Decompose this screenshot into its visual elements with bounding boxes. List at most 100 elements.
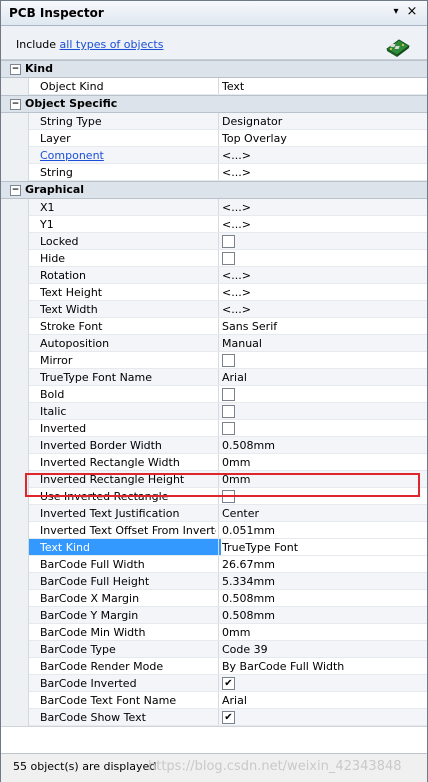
property-row-locked[interactable]: Locked — [1, 233, 427, 250]
property-value[interactable]: 0.508mm — [222, 437, 422, 454]
row-gutter — [1, 250, 29, 267]
property-row-rotation[interactable]: Rotation <...> — [1, 267, 427, 284]
property-value[interactable]: <...> — [222, 164, 422, 181]
property-value[interactable]: Manual — [222, 335, 422, 352]
object-filter-link[interactable]: all types of objects — [60, 38, 164, 51]
property-row-inverted-rectangle-height[interactable]: Inverted Rectangle Height 0mm — [1, 471, 427, 488]
property-row-object-kind[interactable]: Object Kind Text — [1, 78, 427, 95]
pcb-board-icon[interactable] — [385, 37, 411, 57]
property-value[interactable]: <...> — [222, 301, 422, 318]
property-row-inverted-text-offset-from-inverte[interactable]: Inverted Text Offset From Inverte... 0.05… — [1, 522, 427, 539]
property-value[interactable]: <...> — [222, 267, 422, 284]
property-row-inverted-border-width[interactable]: Inverted Border Width 0.508mm — [1, 437, 427, 454]
property-row-use-inverted-rectangle[interactable]: Use Inverted Rectangle — [1, 488, 427, 505]
checkbox[interactable] — [222, 387, 235, 401]
property-row-barcode-full-width[interactable]: BarCode Full Width 26.67mm — [1, 556, 427, 573]
property-row-layer[interactable]: Layer Top Overlay — [1, 130, 427, 147]
property-row-text-width[interactable]: Text Width <...> — [1, 301, 427, 318]
property-row-barcode-render-mode[interactable]: BarCode Render Mode By BarCode Full Width — [1, 658, 427, 675]
property-value[interactable]: 0mm — [222, 471, 422, 488]
property-value[interactable]: ✔ — [222, 709, 422, 726]
property-value[interactable]: <...> — [222, 199, 422, 216]
column-separator — [218, 607, 219, 624]
property-value[interactable]: Code 39 — [222, 641, 422, 658]
property-value[interactable]: 0.051mm — [222, 522, 422, 539]
property-value[interactable]: Arial — [222, 369, 422, 386]
property-row-barcode-show-text[interactable]: BarCode Show Text ✔ — [1, 709, 427, 726]
property-value[interactable] — [222, 403, 422, 420]
checked-checkbox[interactable]: ✔ — [222, 676, 235, 690]
property-row-autoposition[interactable]: Autoposition Manual — [1, 335, 427, 352]
row-gutter — [1, 539, 29, 556]
collapse-minus-icon[interactable]: − — [10, 99, 21, 110]
property-row-barcode-min-width[interactable]: BarCode Min Width 0mm — [1, 624, 427, 641]
collapse-minus-icon[interactable]: − — [10, 64, 21, 75]
row-gutter — [1, 556, 29, 573]
section-label: Object Specific — [25, 97, 118, 110]
collapse-minus-icon[interactable]: − — [10, 185, 21, 196]
property-row-stroke-font[interactable]: Stroke Font Sans Serif — [1, 318, 427, 335]
checked-checkbox[interactable]: ✔ — [222, 710, 235, 724]
checkbox[interactable] — [222, 421, 235, 435]
close-icon[interactable]: × — [405, 5, 419, 19]
property-value[interactable]: By BarCode Full Width — [222, 658, 422, 675]
property-value[interactable]: 0mm — [222, 454, 422, 471]
row-gutter — [1, 78, 29, 95]
property-row-x1[interactable]: X1 <...> — [1, 199, 427, 216]
property-value[interactable]: Top Overlay — [222, 130, 422, 147]
property-value[interactable] — [222, 386, 422, 403]
checkbox[interactable] — [222, 234, 235, 248]
property-row-barcode-type[interactable]: BarCode Type Code 39 — [1, 641, 427, 658]
pin-menu-icon[interactable]: ▾ — [389, 5, 403, 19]
section-header-graphical[interactable]: − Graphical — [1, 181, 427, 199]
property-value[interactable]: Text — [222, 78, 422, 95]
property-row-y1[interactable]: Y1 <...> — [1, 216, 427, 233]
property-row-barcode-inverted[interactable]: BarCode Inverted ✔ — [1, 675, 427, 692]
property-row-barcode-full-height[interactable]: BarCode Full Height 5.334mm — [1, 573, 427, 590]
property-value[interactable]: <...> — [222, 216, 422, 233]
property-row-mirror[interactable]: Mirror — [1, 352, 427, 369]
property-value[interactable]: TrueType Font — [222, 539, 422, 556]
property-row-truetype-font-name[interactable]: TrueType Font Name Arial — [1, 369, 427, 386]
property-value[interactable]: Arial — [222, 692, 422, 709]
property-row-text-height[interactable]: Text Height <...> — [1, 284, 427, 301]
property-value[interactable]: Sans Serif — [222, 318, 422, 335]
property-value[interactable] — [222, 488, 422, 505]
section-header-object-specific[interactable]: − Object Specific — [1, 95, 427, 113]
property-value[interactable]: 26.67mm — [222, 556, 422, 573]
checkbox[interactable] — [222, 353, 235, 367]
property-value[interactable] — [222, 233, 422, 250]
property-value[interactable] — [222, 352, 422, 369]
property-row-bold[interactable]: Bold — [1, 386, 427, 403]
property-value[interactable]: Designator — [222, 113, 422, 130]
checkbox[interactable] — [222, 489, 235, 503]
property-value[interactable]: Center — [222, 505, 422, 522]
property-value[interactable]: 0mm — [222, 624, 422, 641]
property-row-inverted-rectangle-width[interactable]: Inverted Rectangle Width 0mm — [1, 454, 427, 471]
property-row-inverted-text-justification[interactable]: Inverted Text Justification Center — [1, 505, 427, 522]
property-row-string-type[interactable]: String Type Designator — [1, 113, 427, 130]
property-value[interactable]: 0.508mm — [222, 607, 422, 624]
property-value[interactable]: ✔ — [222, 675, 422, 692]
property-value[interactable] — [222, 250, 422, 267]
property-row-italic[interactable]: Italic — [1, 403, 427, 420]
property-row-component[interactable]: Component <...> — [1, 147, 427, 164]
property-row-inverted[interactable]: Inverted — [1, 420, 427, 437]
row-gutter — [1, 164, 29, 181]
property-row-hide[interactable]: Hide — [1, 250, 427, 267]
property-row-text-kind[interactable]: Text Kind TrueType Font — [1, 539, 427, 556]
status-text: 55 object(s) are displayed — [13, 760, 157, 773]
property-value[interactable]: <...> — [222, 147, 422, 164]
property-value[interactable]: <...> — [222, 284, 422, 301]
property-value[interactable]: 5.334mm — [222, 573, 422, 590]
property-row-barcode-x-margin[interactable]: BarCode X Margin 0.508mm — [1, 590, 427, 607]
section-header-kind[interactable]: − Kind — [1, 60, 427, 78]
checkbox[interactable] — [222, 404, 235, 418]
property-row-string[interactable]: String <...> — [1, 164, 427, 181]
property-row-barcode-text-font-name[interactable]: BarCode Text Font Name Arial — [1, 692, 427, 709]
property-value[interactable]: 0.508mm — [222, 590, 422, 607]
component-link[interactable]: Component — [40, 149, 104, 162]
property-value[interactable] — [222, 420, 422, 437]
checkbox[interactable] — [222, 251, 235, 265]
property-row-barcode-y-margin[interactable]: BarCode Y Margin 0.508mm — [1, 607, 427, 624]
